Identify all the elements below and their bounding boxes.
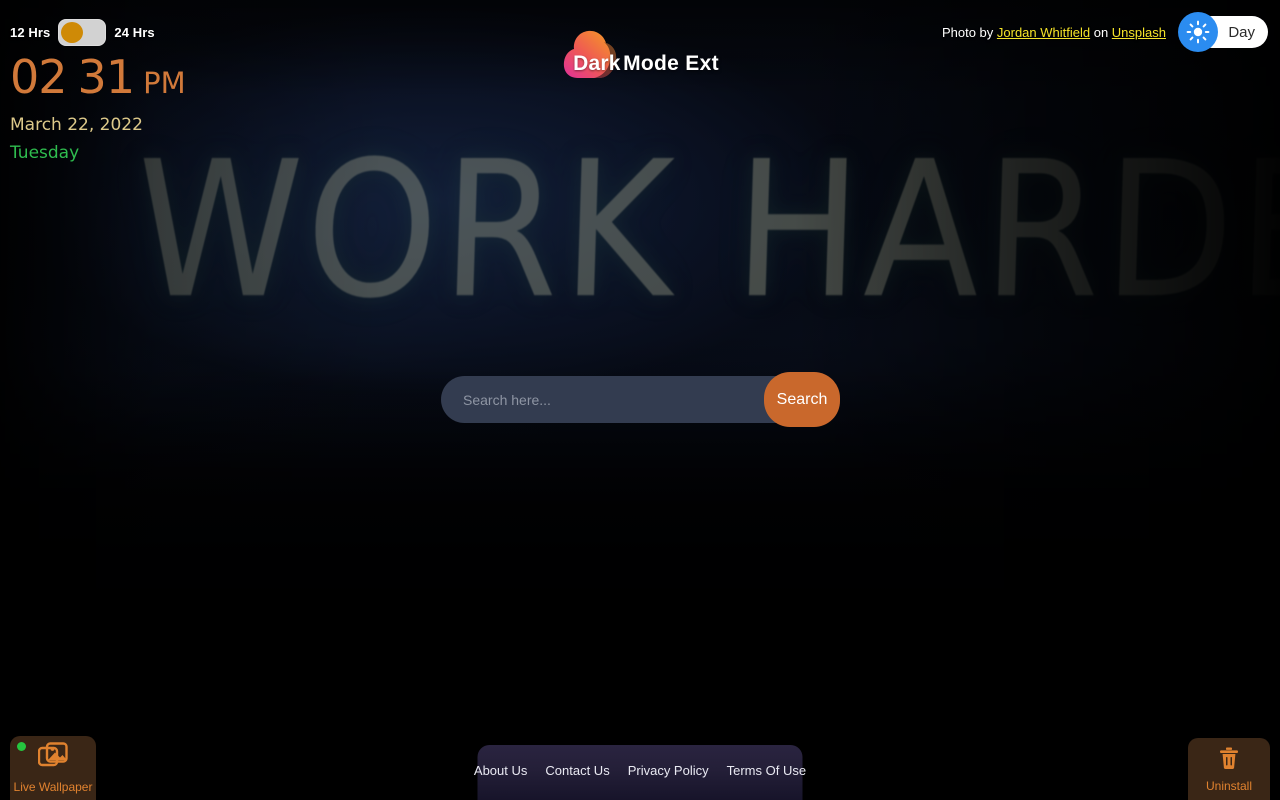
brand-word-mode-ext: Mode Ext [623,52,719,75]
brand-inner: Dark Mode Ext [561,26,719,80]
footer-nav: About Us Contact Us Privacy Policy Terms… [474,745,806,800]
live-wallpaper-status-indicator [17,742,26,751]
sun-icon[interactable] [1178,12,1218,52]
footer-link-contact-us[interactable]: Contact Us [545,763,609,778]
dark-mode-cloud-logo-icon: Dark [561,26,621,80]
search-bar: Search [441,372,840,427]
new-tab-page: WORK HARDER 12 Hrs 24 Hrs 02 31 PM March… [0,0,1280,800]
photo-source-link[interactable]: Unsplash [1112,25,1166,40]
trash-icon [1218,746,1240,775]
day-night-toggle[interactable]: Day [1178,12,1268,52]
current-date: March 22, 2022 [10,115,143,135]
brand-word-dark: Dark [573,52,621,75]
images-stack-icon [37,742,68,775]
footer-link-terms-of-use[interactable]: Terms Of Use [727,763,806,778]
photo-credit: Photo by Jordan Whitfield on Unsplash [942,25,1166,40]
photo-author-link[interactable]: Jordan Whitfield [997,25,1090,40]
search-button[interactable]: Search [764,372,840,427]
day-night-label: Day [1228,23,1255,41]
top-right-controls: Photo by Jordan Whitfield on Unsplash Da… [942,12,1268,52]
uninstall-button[interactable]: Uninstall [1188,738,1270,800]
photo-credit-prefix: Photo by [941,24,997,40]
uninstall-label: Uninstall [1205,778,1253,793]
footer-link-privacy-policy[interactable]: Privacy Policy [628,763,709,778]
live-wallpaper-button[interactable]: Live Wallpaper [10,736,96,800]
live-wallpaper-label: Live Wallpaper [13,780,93,794]
photo-credit-middle: on [1090,24,1112,40]
footer-link-about-us[interactable]: About Us [474,763,527,778]
current-weekday: Tuesday [10,143,80,163]
